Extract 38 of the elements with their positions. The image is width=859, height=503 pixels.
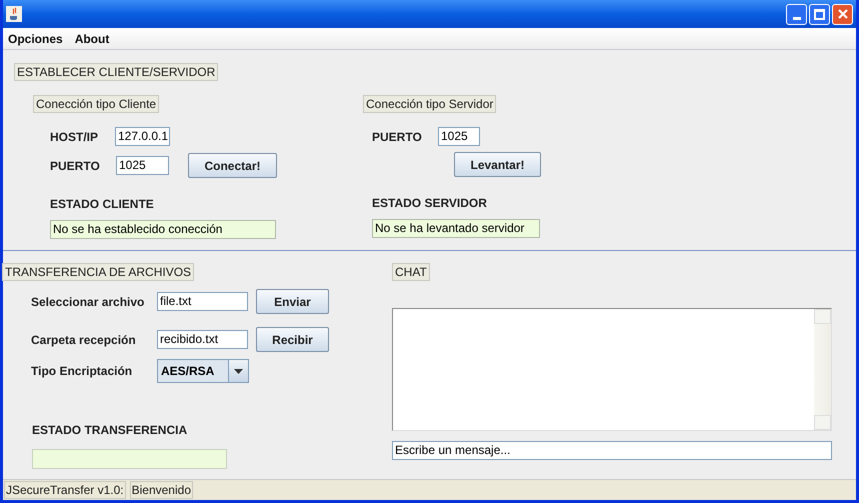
close-icon: [836, 8, 848, 20]
text-field[interactable]: 127.0.0.1: [115, 127, 170, 146]
status-text: JSecureTransfer v1.0:: [4, 481, 126, 499]
action-button[interactable]: Levantar!: [454, 152, 541, 177]
group-heading: Conección tipo Cliente: [33, 95, 160, 113]
minimize-button[interactable]: [786, 4, 807, 24]
field-label: HOST/IP: [50, 128, 100, 146]
dropdown-arrow-icon: [234, 368, 243, 374]
section-heading: TRANSFERENCIA DE ARCHIVOS: [2, 263, 194, 281]
status-field: No se ha levantado servidor: [372, 219, 540, 238]
message-field[interactable]: Escribe un mensaje...: [392, 441, 832, 460]
action-button[interactable]: Recibir: [256, 327, 329, 352]
field-label: PUERTO: [372, 128, 423, 146]
section-heading: CHAT: [392, 263, 430, 281]
text-field[interactable]: file.txt: [157, 292, 248, 311]
menu-item[interactable]: About: [74, 30, 110, 48]
maximize-button[interactable]: [809, 4, 830, 24]
field-label: Tipo Encriptación: [31, 363, 134, 380]
menu-item[interactable]: Opciones: [8, 30, 63, 48]
text-field[interactable]: 1025: [116, 156, 169, 175]
java-cup-icon: [6, 6, 22, 22]
text-field[interactable]: recibido.txt: [157, 330, 248, 349]
action-button[interactable]: Enviar: [256, 289, 329, 314]
field-label: ESTADO CLIENTE: [50, 197, 154, 211]
field-label: PUERTO: [50, 158, 101, 174]
status-field: No se ha establecido conección: [50, 220, 276, 239]
encryption-dropdown[interactable]: AES/RSA: [157, 359, 249, 383]
field-label: ESTADO SERVIDOR: [372, 196, 487, 210]
scrollbar[interactable]: [814, 309, 831, 430]
group-heading: Conección tipo Servidor: [363, 95, 496, 113]
action-button[interactable]: Conectar!: [188, 153, 277, 178]
close-button[interactable]: [832, 4, 853, 24]
field-label: Carpeta recepción: [31, 332, 137, 348]
status-text: Bienvenido: [130, 481, 193, 499]
text-field[interactable]: 1025: [438, 127, 480, 146]
field-label: ESTADO TRANSFERENCIA: [32, 423, 188, 437]
field-label: Seleccionar archivo: [31, 294, 146, 310]
section-heading: ESTABLECER CLIENTE/SERVIDOR: [14, 63, 218, 81]
